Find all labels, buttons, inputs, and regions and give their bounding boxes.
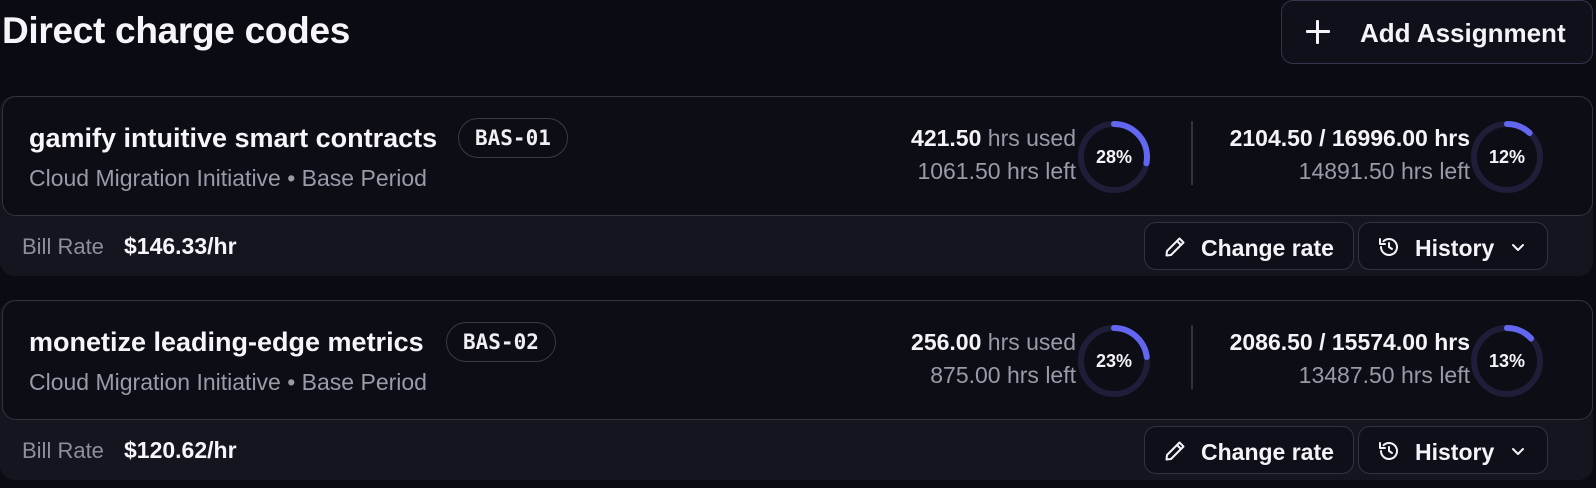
total-hours-left: 14891.50 hrs left <box>1298 158 1470 184</box>
total-hours-left: 13487.50 hrs left <box>1298 362 1470 388</box>
stats-divider <box>1191 325 1193 389</box>
change-rate-label: Change rate <box>1201 235 1334 261</box>
hours-used-stats: 256.00 hrs used 875.00 hrs left <box>911 329 1076 389</box>
page-title: Direct charge codes <box>2 10 351 51</box>
history-dropdown[interactable]: History <box>1358 426 1548 474</box>
assignment-name: monetize leading-edge metrics <box>29 327 424 357</box>
plus-icon <box>1302 16 1334 48</box>
history-icon <box>1379 442 1398 460</box>
total-hours-stats: 2086.50 / 15574.00 hrs 13487.50 hrs left <box>1230 329 1470 389</box>
history-icon <box>1379 238 1398 256</box>
hours-used-label: hrs used <box>987 125 1076 151</box>
total-hours-stats: 2104.50 / 16996.00 hrs 14891.50 hrs left <box>1230 125 1470 185</box>
change-rate-button[interactable]: Change rate <box>1144 222 1354 270</box>
assignment-block: monetize leading-edge metrics BAS-02 Clo… <box>0 300 1593 480</box>
page-header: Direct charge codes Add Assignment <box>0 0 1596 80</box>
hours-left: 1061.50 hrs left <box>917 158 1076 184</box>
total-percent: 13% <box>1488 350 1526 371</box>
assignment-subtitle: Cloud Migration Initiative • Base Period <box>29 165 427 191</box>
pencil-icon <box>1165 441 1185 461</box>
total-hours-ratio: 2086.50 / 15574.00 hrs <box>1229 329 1470 355</box>
total-progress-ring: 13% <box>1469 323 1545 399</box>
used-percent: 23% <box>1095 350 1133 371</box>
hours-used-label: hrs used <box>987 329 1076 355</box>
chevron-down-icon <box>1512 244 1524 251</box>
stats-divider <box>1191 121 1193 185</box>
assignment-block: gamify intuitive smart contracts BAS-01 … <box>0 96 1593 276</box>
history-label: History <box>1415 235 1495 261</box>
change-rate-button[interactable]: Change rate <box>1144 426 1354 474</box>
history-dropdown[interactable]: History <box>1358 222 1548 270</box>
bill-rate-label: Bill Rate <box>22 234 104 259</box>
used-percent: 28% <box>1095 146 1133 167</box>
hours-used-stats: 421.50 hrs used 1061.50 hrs left <box>911 125 1076 185</box>
total-hours-ratio: 2104.50 / 16996.00 hrs <box>1229 125 1470 151</box>
pencil-icon <box>1165 237 1185 257</box>
hours-used-value: 256.00 <box>911 329 982 355</box>
total-percent: 12% <box>1488 146 1526 167</box>
assignment-subtitle: Cloud Migration Initiative • Base Period <box>29 369 427 395</box>
hours-left: 875.00 hrs left <box>930 362 1076 388</box>
bill-rate-label: Bill Rate <box>22 438 104 463</box>
used-progress-ring: 28% <box>1076 119 1152 195</box>
chevron-down-icon <box>1512 448 1524 455</box>
assignment-card[interactable]: monetize leading-edge metrics BAS-02 Clo… <box>2 300 1593 420</box>
charge-code-badge: BAS-02 <box>446 322 556 362</box>
history-label: History <box>1415 439 1495 465</box>
add-assignment-label: Add Assignment <box>1360 18 1566 48</box>
bill-rate-value: $146.33/hr <box>124 233 237 259</box>
total-progress-ring: 12% <box>1469 119 1545 195</box>
assignment-name: gamify intuitive smart contracts <box>29 123 438 153</box>
used-progress-ring: 23% <box>1076 323 1152 399</box>
charge-code-badge: BAS-01 <box>458 118 568 158</box>
change-rate-label: Change rate <box>1201 439 1334 465</box>
hours-used-value: 421.50 <box>911 125 982 151</box>
bill-rate-value: $120.62/hr <box>124 437 237 463</box>
assignment-card[interactable]: gamify intuitive smart contracts BAS-01 … <box>2 96 1593 216</box>
add-assignment-button[interactable]: Add Assignment <box>1281 0 1593 64</box>
